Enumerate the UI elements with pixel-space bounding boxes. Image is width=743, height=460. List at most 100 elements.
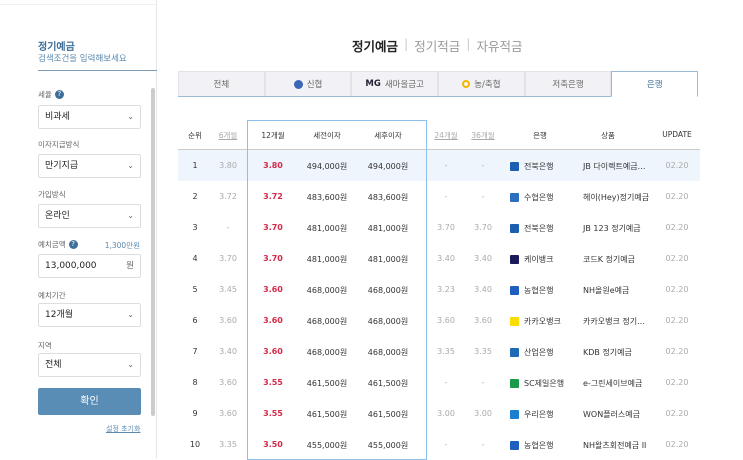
cell-bank: 산업은행: [510, 347, 553, 358]
cell-product[interactable]: e-그린세이브예금: [583, 378, 642, 389]
tab-shinhyup[interactable]: 신협: [264, 71, 352, 96]
label-text: 세율: [38, 90, 52, 99]
product-type-tabs: 정기예금 | 정기적금 | 자유적금: [352, 36, 522, 55]
header-product: 상품: [601, 131, 615, 140]
bank-name: 농협은행: [524, 286, 554, 295]
cell-bank: 농협은행: [510, 440, 553, 451]
cell-36m: -: [481, 161, 485, 170]
cell-product[interactable]: NH올원e예금: [583, 285, 629, 296]
interest-label: 이자지급방식: [38, 139, 79, 150]
chevron-down-icon: ⌄: [127, 360, 134, 369]
tab-nonghyup[interactable]: 농/축협: [438, 71, 525, 96]
table-row[interactable]: 4 3.70 3.70 481,000원 481,000원 3.40 3.40 케이뱅크 코드K…: [178, 243, 700, 274]
cell-rank: 6: [192, 316, 198, 325]
cell-rank: 3: [192, 223, 198, 232]
table-row[interactable]: 8 3.60 3.55 461,500원 461,500원 - - SC제일은행 e-그린세이브…: [178, 367, 700, 398]
table-row[interactable]: 7 3.40 3.60 468,000원 468,000원 3.35 3.35 산업은행 KDB…: [178, 336, 700, 367]
interest-select[interactable]: 만기지급 ⌄: [38, 154, 141, 178]
table-row[interactable]: 5 3.45 3.60 468,000원 468,000원 3.23 3.40 농협은행 NH올…: [178, 274, 700, 305]
help-icon[interactable]: ?: [54, 90, 64, 99]
reset-link[interactable]: 설정 초기화: [106, 424, 140, 434]
cell-update: 02.20: [665, 378, 689, 387]
cell-pre-tax: 468,000원: [306, 317, 348, 326]
tab-label: 농/축협: [474, 80, 501, 90]
table-row[interactable]: 3 - 3.70 481,000원 481,000원 3.70 3.70 전북은행 JB 123…: [178, 212, 700, 243]
cell-24m: 3.23: [437, 285, 455, 294]
cell-pre-tax: 481,000원: [306, 224, 348, 233]
cell-24m: -: [444, 161, 448, 170]
amount-hint: 1,300만원: [104, 241, 140, 250]
cell-rank: 7: [192, 347, 198, 356]
bank-name: 산업은행: [524, 348, 554, 357]
tab-label: 전체: [213, 80, 230, 90]
cell-36m: 3.70: [474, 223, 492, 232]
cell-pre-tax: 455,000원: [306, 441, 348, 450]
cell-36m: 3.00: [474, 409, 492, 418]
label-text: 예치금액: [38, 240, 66, 249]
input-value: 13,000,000: [45, 261, 97, 271]
tab-savings-bank[interactable]: 저축은행: [524, 71, 612, 96]
cell-product[interactable]: KDB 정기예금: [583, 347, 632, 358]
cell-update: 02.20: [665, 409, 689, 418]
cell-36m: 3.40: [474, 254, 492, 263]
amount-input[interactable]: 13,000,000 원: [38, 254, 141, 278]
header-36m[interactable]: 36개월: [471, 130, 494, 141]
header-6m[interactable]: 6개월: [219, 130, 238, 141]
table-row[interactable]: 9 3.60 3.55 461,500원 461,500원 3.00 3.00 우리은행 WON…: [178, 398, 700, 429]
cell-product[interactable]: 헤이(Hey)정기예금: [583, 192, 649, 203]
divider: [38, 70, 157, 71]
cell-post-tax: 494,000원: [367, 162, 409, 171]
cell-product[interactable]: 코드K 정기예금: [583, 254, 635, 265]
table-row[interactable]: 2 3.72 3.72 483,600원 483,600원 - - 수협은행 헤이(Hey)정기…: [178, 181, 700, 212]
cell-product[interactable]: JB 다이렉트예금…: [583, 161, 646, 172]
divider: [0, 4, 157, 5]
confirm-button[interactable]: 확인: [38, 388, 141, 415]
region-select[interactable]: 전체 ⌄: [38, 353, 141, 377]
region-label: 지역: [38, 340, 52, 351]
cell-product[interactable]: 카카오뱅크 정기…: [583, 316, 645, 327]
cell-bank: SC제일은행: [510, 378, 564, 389]
cell-36m: 3.40: [474, 285, 492, 294]
period-select[interactable]: 12개월 ⌄: [38, 303, 141, 327]
tab-free-savings[interactable]: 자유적금: [476, 36, 522, 55]
tab-bank[interactable]: 은행: [611, 71, 699, 97]
header-post-tax: 세후이자: [374, 131, 402, 140]
cell-6m: 3.70: [219, 254, 237, 263]
cell-bank: 우리은행: [510, 409, 553, 420]
cell-product[interactable]: NH왈츠회전예금 II: [583, 440, 646, 451]
shinhyup-logo-icon: [293, 79, 303, 89]
cell-update: 02.20: [665, 192, 689, 201]
header-12m: 12개월: [261, 131, 285, 140]
tab-all[interactable]: 전체: [178, 71, 265, 96]
cell-36m: -: [481, 378, 485, 387]
tab-saemaul[interactable]: MG 새마을금고: [351, 71, 439, 96]
chevron-down-icon: ⌄: [127, 310, 134, 319]
scrollbar[interactable]: [151, 88, 155, 416]
cell-12m: 3.60: [263, 285, 283, 294]
label-text: 지역: [38, 341, 52, 350]
cell-post-tax: 461,500원: [367, 410, 409, 419]
tax-select[interactable]: 비과세 ⌄: [38, 105, 141, 129]
separator: |: [466, 36, 471, 51]
cell-rank: 2: [192, 192, 198, 201]
table-row[interactable]: 6 3.60 3.60 468,000원 468,000원 3.60 3.60 카카오뱅크 카카…: [178, 305, 700, 336]
cell-post-tax: 455,000원: [367, 441, 409, 450]
cell-24m: -: [444, 192, 448, 201]
cell-product[interactable]: WON플러스예금: [583, 409, 640, 420]
tab-deposit[interactable]: 정기예금: [352, 36, 398, 55]
table-row[interactable]: 1 3.80 3.80 494,000원 494,000원 - - 전북은행 JB 다이렉트예금…: [178, 150, 700, 181]
tab-installment[interactable]: 정기적금: [414, 36, 460, 55]
separator: |: [404, 36, 409, 51]
cell-pre-tax: 468,000원: [306, 286, 348, 295]
join-select[interactable]: 온라인 ⌄: [38, 204, 141, 228]
label-text: 예치기간: [38, 291, 66, 300]
cell-product[interactable]: JB 123 정기예금: [583, 223, 641, 234]
bank-logo-icon: [510, 255, 519, 264]
header-bank: 은행: [533, 131, 547, 140]
header-update: UPDATE: [662, 130, 692, 139]
header-24m[interactable]: 24개월: [434, 130, 457, 141]
cell-36m: -: [481, 192, 485, 201]
cell-6m: 3.60: [219, 378, 237, 387]
help-icon[interactable]: ?: [68, 240, 78, 249]
table-row[interactable]: 10 3.35 3.50 455,000원 455,000원 - - 농협은행 NH왈츠회전예금…: [178, 429, 700, 460]
